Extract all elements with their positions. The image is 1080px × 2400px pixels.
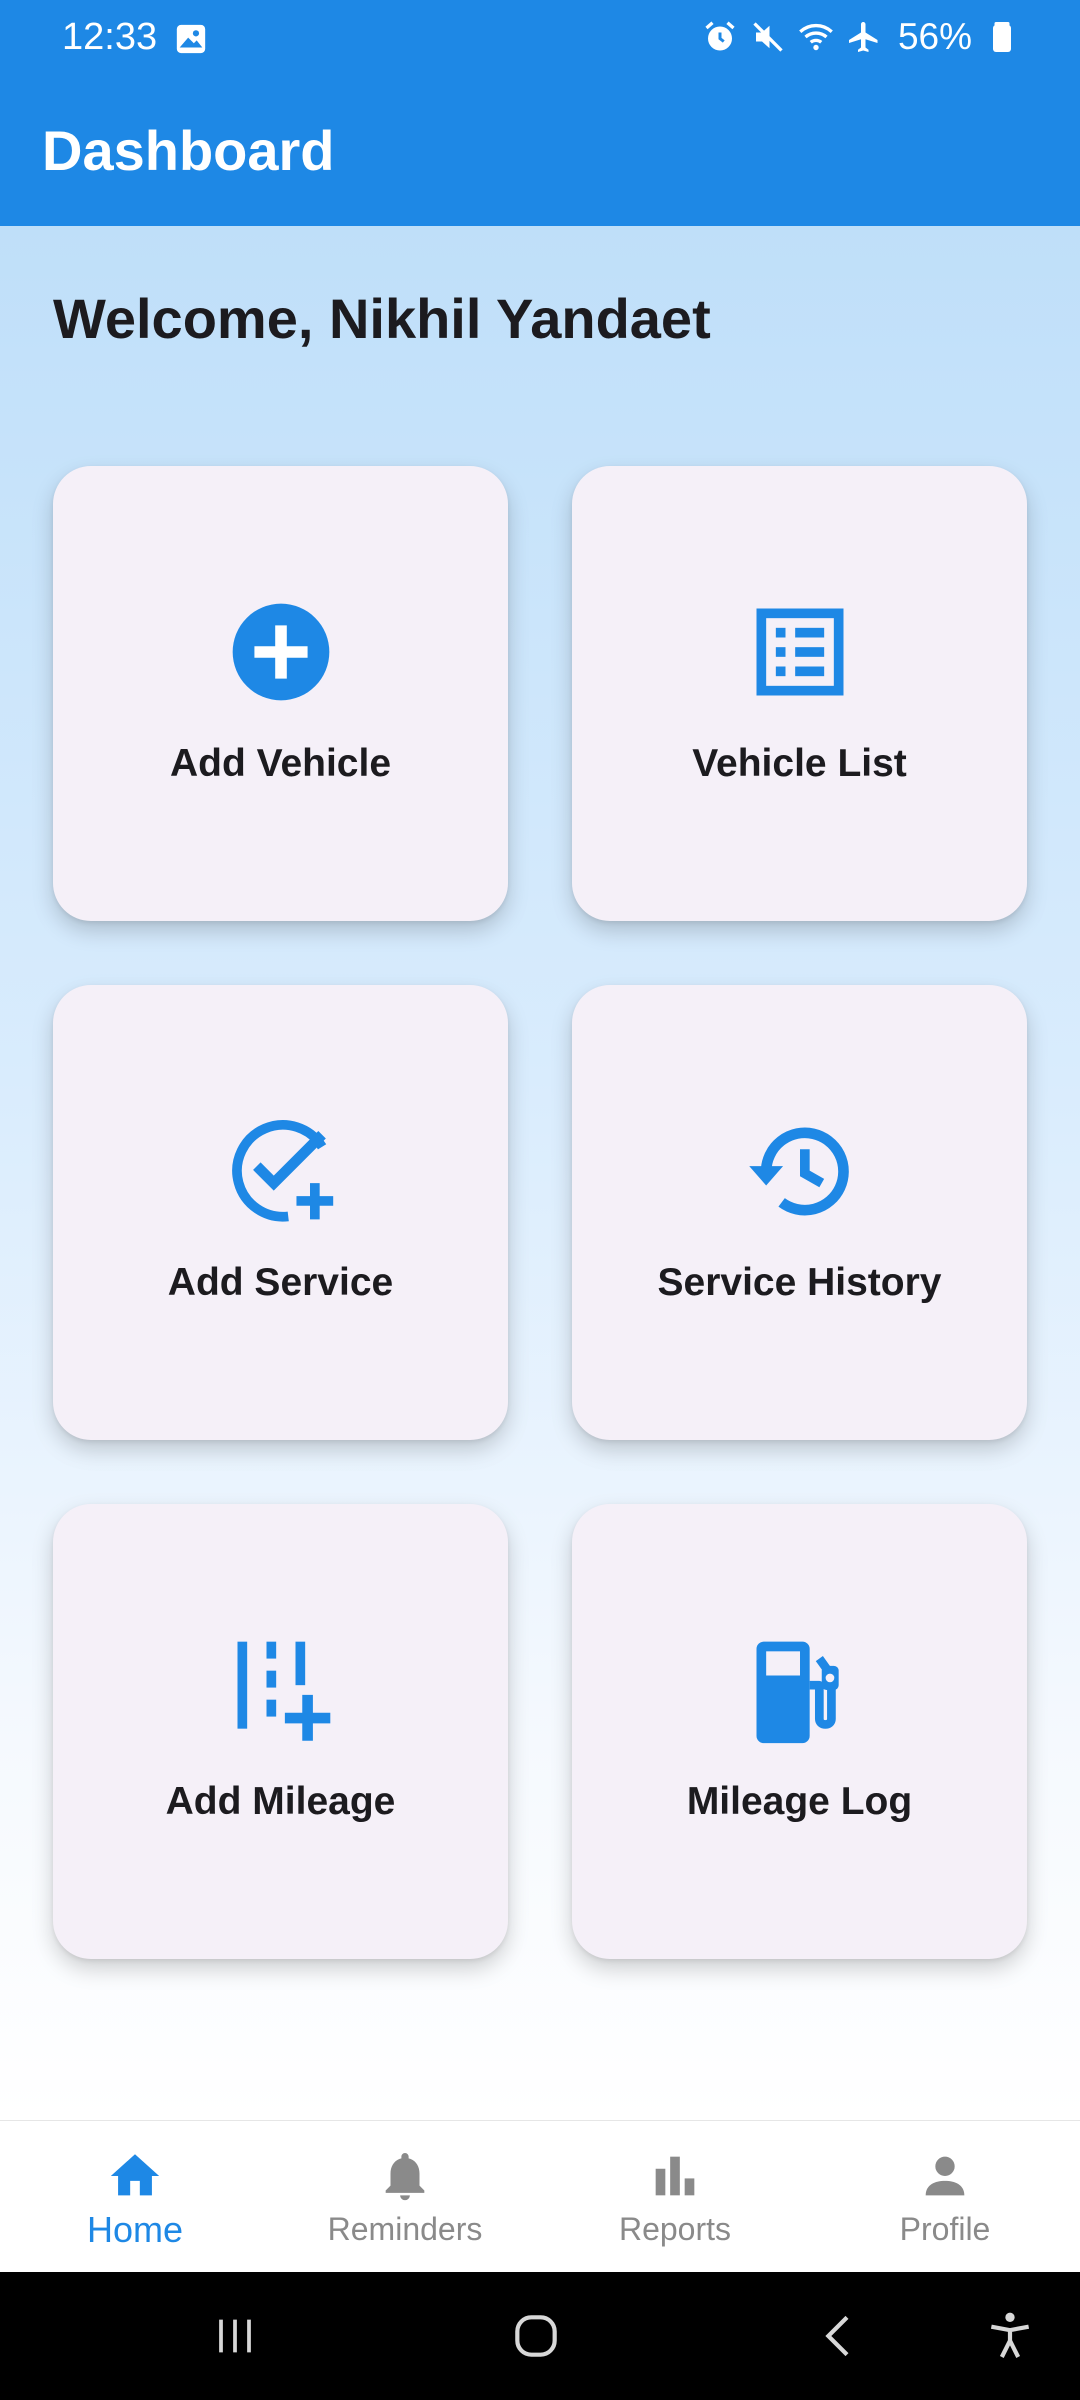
- bottom-navigation: Home Reminders Reports Profile: [0, 2120, 1080, 2272]
- mute-icon: [753, 22, 783, 52]
- status-icons: 56%: [702, 16, 1020, 58]
- dashboard-content: Welcome, Nikhil Yandaet Add Vehicle Vehi…: [0, 226, 1080, 2120]
- history-icon: [748, 1127, 849, 1216]
- airplane-icon: [848, 22, 878, 52]
- back-icon[interactable]: [812, 2308, 868, 2364]
- nav-item-profile[interactable]: Profile: [810, 2121, 1080, 2273]
- nav-label: Home: [86, 2209, 184, 2250]
- service-history-card[interactable]: Service History: [572, 985, 1027, 1440]
- battery-icon: [993, 22, 1011, 52]
- add-mileage-icon: [237, 1641, 330, 1741]
- add-mileage-card[interactable]: Add Mileage: [53, 1504, 508, 1959]
- person-icon: [925, 2156, 965, 2196]
- recent-apps-icon[interactable]: [207, 2308, 263, 2364]
- mileage-log-card[interactable]: Mileage Log: [572, 1504, 1027, 1959]
- card-label: Vehicle List: [692, 742, 907, 785]
- nav-label: Reports: [618, 2211, 732, 2247]
- add-circle-icon: [232, 603, 329, 701]
- vehicle-list-card[interactable]: Vehicle List: [572, 466, 1027, 921]
- nav-label: Profile: [899, 2211, 991, 2247]
- nav-label: Reminders: [327, 2211, 483, 2247]
- add-service-card[interactable]: Add Service: [53, 985, 508, 1440]
- nav-item-reports[interactable]: Reports: [540, 2121, 810, 2273]
- app-bar: Dashboard: [0, 78, 1080, 226]
- home-icon: [110, 2154, 160, 2196]
- add-task-icon: [231, 1120, 333, 1222]
- bar-chart-icon: [655, 2156, 695, 2196]
- wifi-icon: [799, 23, 833, 51]
- fuel-pump-icon: [756, 1641, 839, 1744]
- page-title: Dashboard: [42, 119, 335, 182]
- welcome-message: Welcome, Nikhil Yandaet: [53, 287, 711, 350]
- bell-icon: [385, 2153, 425, 2201]
- system-navigation-bar: [0, 2272, 1080, 2400]
- gallery-icon: [176, 24, 206, 54]
- card-label: Add Mileage: [165, 1780, 396, 1823]
- nav-item-home[interactable]: Home: [0, 2121, 270, 2273]
- card-label: Mileage Log: [686, 1780, 913, 1823]
- add-vehicle-card[interactable]: Add Vehicle: [53, 466, 508, 921]
- alarm-icon: [705, 21, 735, 51]
- battery-percentage: 56%: [897, 16, 972, 57]
- list-icon: [756, 608, 843, 696]
- card-label: Add Service: [167, 1261, 394, 1304]
- card-label: Add Vehicle: [169, 742, 392, 785]
- card-label: Service History: [657, 1261, 942, 1304]
- nav-item-reminders[interactable]: Reminders: [270, 2121, 540, 2273]
- status-bar: 12:33 56%: [0, 0, 1080, 78]
- status-time: 12:33: [62, 16, 158, 58]
- accessibility-icon[interactable]: [982, 2308, 1038, 2364]
- home-button-icon[interactable]: [508, 2308, 564, 2364]
